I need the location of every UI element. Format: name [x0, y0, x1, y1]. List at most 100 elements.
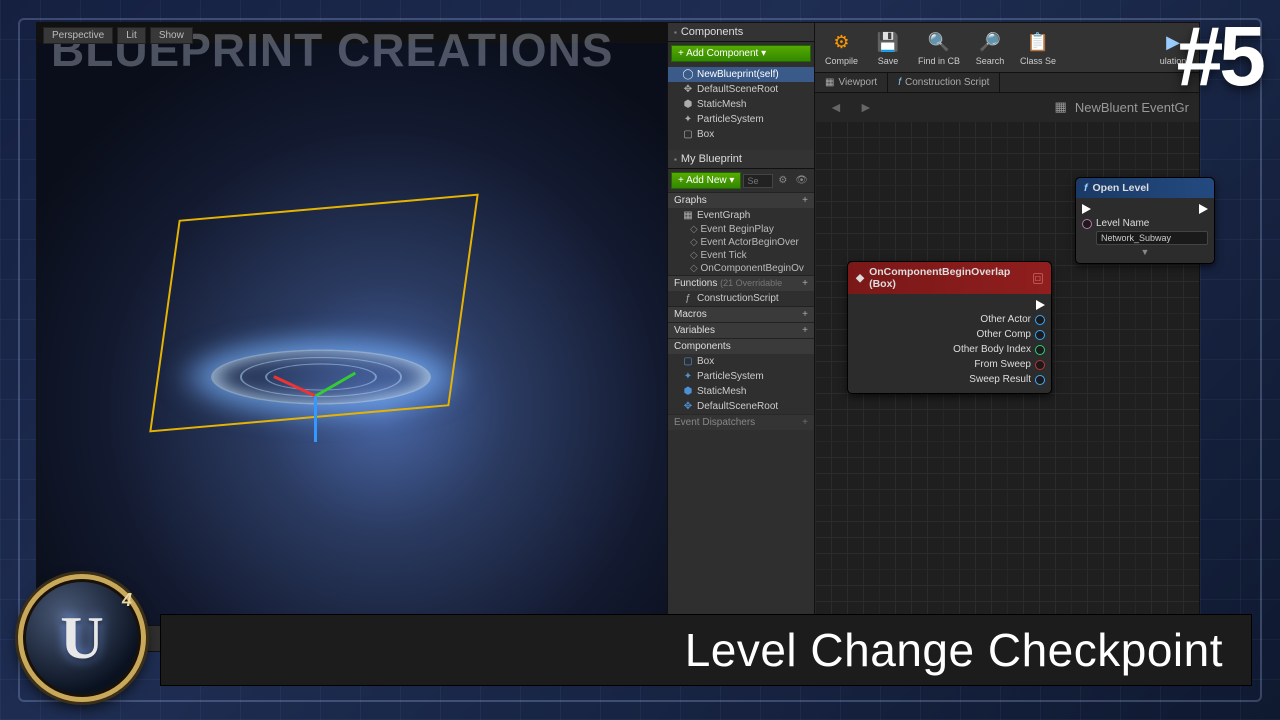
blueprint-icon: ◯ [682, 69, 694, 80]
event-componentbeginoverlap[interactable]: OnComponentBeginOv [668, 262, 814, 275]
viewport-toolbar: Perspective Lit Show [43, 27, 193, 44]
video-title: Level Change Checkpoint [685, 623, 1223, 677]
variables-section[interactable]: Variables+ [668, 322, 814, 338]
find-button[interactable]: 🔍Find in CB [912, 27, 966, 68]
viewport-lit-button[interactable]: Lit [117, 27, 146, 44]
var-particle[interactable]: ✦ParticleSystem [668, 369, 814, 384]
macros-section[interactable]: Macros+ [668, 306, 814, 322]
ue-version-badge: 4 [122, 590, 132, 611]
save-button[interactable]: 💾Save [866, 27, 910, 68]
unreal-engine-logo: U 4 [18, 574, 146, 702]
pin-body-index[interactable] [1035, 345, 1045, 355]
viewport-3d-scene[interactable]: Z X Y [37, 43, 667, 651]
root-var-icon: ✥ [682, 401, 694, 412]
add-variable-icon[interactable]: + [802, 325, 808, 336]
scene-root-icon: ✥ [682, 84, 694, 95]
event-tick[interactable]: Event Tick [668, 249, 814, 262]
node-open-level[interactable]: f Open Level Level Name Network_Subway [1075, 177, 1215, 264]
pin-level-name[interactable] [1082, 219, 1092, 229]
viewport-panel: Perspective Lit Show Z X Y BLUEPRINT CRE… [37, 23, 667, 651]
functions-section[interactable]: Functions (21 Overridable+ [668, 275, 814, 291]
components-section[interactable]: Components [668, 338, 814, 354]
settings-icon[interactable]: ⚙ [775, 175, 790, 186]
delegate-pin-icon[interactable]: □ [1033, 273, 1043, 284]
graphs-section[interactable]: Graphs+ [668, 192, 814, 208]
pin-other-comp[interactable] [1035, 330, 1045, 340]
breadcrumb[interactable]: NewBluent EventGr [1075, 100, 1189, 115]
node-oncomponentbeginoverlap[interactable]: ◆ OnComponentBeginOverlap (Box) □ Other … [847, 261, 1052, 394]
graph-breadcrumb: ◄ ► ▦ NewBluent EventGr [815, 93, 1199, 121]
component-item-self[interactable]: ◯NewBlueprint(self) [668, 67, 814, 82]
pin-from-sweep[interactable] [1035, 360, 1045, 370]
transform-gizmo[interactable] [269, 351, 359, 441]
constructionscript-item[interactable]: ƒConstructionScript [668, 291, 814, 306]
exec-out-pin[interactable] [1199, 204, 1208, 214]
search-icon: 🔎 [977, 29, 1003, 55]
pin-sweep-result[interactable] [1035, 375, 1045, 385]
components-panel-header: Components [668, 23, 814, 42]
add-macro-icon[interactable]: + [802, 309, 808, 320]
tab-construction[interactable]: fConstruction Script [888, 73, 1000, 92]
level-name-input[interactable]: Network_Subway [1096, 231, 1208, 245]
compile-icon: ⚙ [829, 29, 855, 55]
find-icon: 🔍 [926, 29, 952, 55]
class-settings-icon: 📋 [1025, 29, 1051, 55]
visibility-icon[interactable]: 👁 [792, 175, 811, 186]
components-tree: ◯NewBlueprint(self) ✥DefaultSceneRoot ⬢S… [668, 65, 814, 144]
var-box[interactable]: ▢Box [668, 354, 814, 369]
nav-forward-button[interactable]: ► [855, 99, 877, 115]
exec-in-pin[interactable] [1082, 204, 1091, 214]
add-new-button[interactable]: + Add New [671, 172, 741, 189]
editor-tabs: ▦Viewport fConstruction Script [815, 73, 1199, 93]
nav-back-button[interactable]: ◄ [825, 99, 847, 115]
add-graph-icon[interactable]: + [802, 195, 808, 206]
mesh-icon: ⬢ [682, 99, 694, 110]
main-toolbar: ⚙Compile 💾Save 🔍Find in CB 🔎Search 📋Clas… [815, 23, 1199, 73]
component-item-root[interactable]: ✥DefaultSceneRoot [668, 82, 814, 97]
function-node-icon: f [1084, 182, 1088, 194]
viewport-tab-icon: ▦ [825, 77, 834, 88]
particle-icon: ✦ [682, 114, 694, 125]
play-icon: ▶ [1160, 29, 1186, 55]
simulation-button[interactable]: ▶ulation [1151, 27, 1195, 68]
event-actorbeginoverlap[interactable]: Event ActorBeginOver [668, 236, 814, 249]
add-dispatcher-icon[interactable]: + [802, 417, 808, 428]
tab-viewport[interactable]: ▦Viewport [815, 73, 888, 92]
side-panels-column: Components + Add Component ◯NewBlueprint… [667, 23, 815, 651]
viewport-perspective-button[interactable]: Perspective [43, 27, 113, 44]
search-button[interactable]: 🔎Search [968, 27, 1012, 68]
component-item-staticmesh[interactable]: ⬢StaticMesh [668, 97, 814, 112]
eventgraph-item[interactable]: ▦EventGraph [668, 208, 814, 223]
pin-other-actor[interactable] [1035, 315, 1045, 325]
unreal-editor-window: Perspective Lit Show Z X Y BLUEPRINT CRE… [36, 22, 1200, 652]
node-header: f Open Level [1076, 178, 1214, 198]
component-item-box[interactable]: ▢Box [668, 127, 814, 142]
dispatchers-section[interactable]: Event Dispatchers+ [668, 414, 814, 430]
myblueprint-panel-header: My Blueprint [668, 150, 814, 169]
myblueprint-search-input[interactable] [743, 174, 773, 188]
event-beginplay[interactable]: Event BeginPlay [668, 223, 814, 236]
save-icon: 💾 [875, 29, 901, 55]
graph-editor-column: ⚙Compile 💾Save 🔍Find in CB 🔎Search 📋Clas… [815, 23, 1199, 651]
event-icon: ◆ [856, 272, 864, 284]
particle-var-icon: ✦ [682, 371, 694, 382]
param-label: Level Name [1096, 218, 1149, 229]
expand-node-icon[interactable]: ▼ [1082, 245, 1208, 257]
graph-icon: ▦ [682, 210, 694, 221]
add-function-icon[interactable]: + [802, 278, 808, 289]
var-root[interactable]: ✥DefaultSceneRoot [668, 399, 814, 414]
mesh-var-icon: ⬢ [682, 386, 694, 397]
add-component-button[interactable]: + Add Component [671, 45, 811, 62]
exec-out-pin[interactable] [1036, 300, 1045, 310]
box-icon: ▢ [682, 129, 694, 140]
function-icon: ƒ [682, 293, 694, 304]
class-settings-button[interactable]: 📋Class Se [1014, 27, 1062, 68]
var-mesh[interactable]: ⬢StaticMesh [668, 384, 814, 399]
node-header: ◆ OnComponentBeginOverlap (Box) □ [848, 262, 1051, 294]
event-graph-canvas[interactable]: ◆ OnComponentBeginOverlap (Box) □ Other … [815, 121, 1199, 651]
component-item-particle[interactable]: ✦ParticleSystem [668, 112, 814, 127]
breadcrumb-graph-icon: ▦ [1055, 99, 1067, 115]
viewport-show-button[interactable]: Show [150, 27, 193, 44]
function-tab-icon: f [898, 77, 901, 88]
compile-button[interactable]: ⚙Compile [819, 27, 864, 68]
